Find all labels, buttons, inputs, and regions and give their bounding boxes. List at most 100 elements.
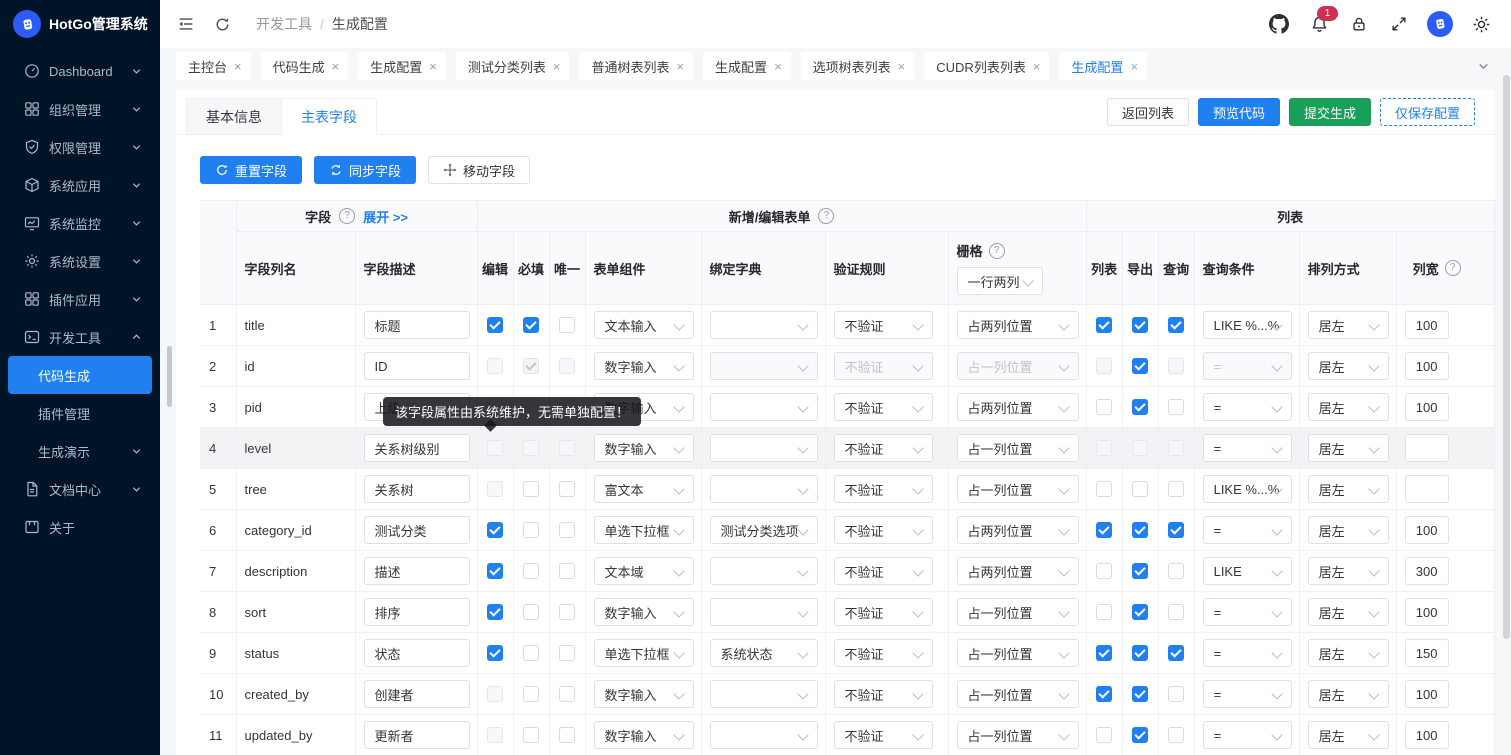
grid-span-select[interactable]: 占两列位置 [957,516,1079,544]
field-desc-input[interactable]: 描述 [364,557,470,585]
col-width-input[interactable] [1405,475,1449,503]
nav-tab[interactable]: CUDR列表列表× [924,52,1049,80]
grid-span-select[interactable]: 占一列位置 [957,598,1079,626]
sidebar-item-about[interactable]: 关于 [8,508,152,546]
list-checkbox[interactable] [1096,604,1112,620]
nav-tab[interactable]: 选项树表列表× [801,52,915,80]
list-checkbox[interactable] [1096,727,1112,743]
unique-checkbox[interactable] [559,563,575,579]
sidebar-item-plugin-management[interactable]: 插件管理 [8,394,152,432]
align-select[interactable]: 居左 [1308,639,1389,667]
export-checkbox[interactable] [1132,399,1148,415]
help-icon[interactable] [1445,260,1461,276]
reset-fields-button[interactable]: 重置字段 [200,156,302,184]
query-checkbox[interactable] [1168,563,1184,579]
edit-checkbox[interactable] [487,317,503,333]
query-condition-select[interactable]: = [1203,516,1292,544]
query-checkbox[interactable] [1168,645,1184,661]
field-desc-input[interactable]: 测试分类 [364,516,470,544]
menu-fold-icon[interactable] [174,12,198,36]
sidebar-item-dev-tools[interactable]: 开发工具 [8,318,152,356]
submit-generate-button[interactable]: 提交生成 [1289,98,1371,126]
field-desc-input[interactable]: 状态 [364,639,470,667]
dict-select[interactable] [710,311,818,339]
dict-select[interactable]: 测试分类选项 [710,516,818,544]
field-desc-input[interactable]: 关系树 [364,475,470,503]
validate-select[interactable]: 不验证 [834,557,933,585]
tab-close-icon[interactable]: × [898,60,906,73]
col-width-input[interactable]: 300 [1405,557,1449,585]
query-condition-select[interactable]: = [1203,393,1292,421]
required-checkbox[interactable] [523,686,539,702]
query-checkbox[interactable] [1168,317,1184,333]
query-condition-select[interactable]: = [1203,639,1292,667]
query-condition-select[interactable]: LIKE [1203,557,1292,585]
sidebar-item-system-monitor[interactable]: 系统监控 [8,204,152,242]
dict-select[interactable] [710,393,818,421]
grid-span-select[interactable]: 占一列位置 [957,680,1079,708]
help-icon[interactable] [989,243,1005,259]
list-checkbox[interactable] [1096,563,1112,579]
col-width-input[interactable]: 100 [1405,680,1449,708]
grid-span-select[interactable]: 占两列位置 [957,393,1079,421]
preview-code-button[interactable]: 预览代码 [1198,98,1280,126]
query-checkbox[interactable] [1168,358,1184,374]
tab-close-icon[interactable]: × [332,60,340,73]
component-select[interactable]: 富文本 [594,475,694,503]
unique-checkbox[interactable] [559,317,575,333]
required-checkbox[interactable] [523,563,539,579]
sidebar-item-org-management[interactable]: 组织管理 [8,90,152,128]
validate-select[interactable]: 不验证 [834,598,933,626]
query-checkbox[interactable] [1168,727,1184,743]
sidebar-item-code-generation[interactable]: 代码生成 [8,356,152,394]
col-width-input[interactable] [1405,434,1449,462]
query-checkbox[interactable] [1168,604,1184,620]
nav-tab[interactable]: 生成配置× [1059,52,1147,80]
align-select[interactable]: 居左 [1308,516,1389,544]
query-condition-select[interactable]: = [1203,434,1292,462]
align-select[interactable]: 居左 [1308,311,1389,339]
query-condition-select[interactable]: = [1203,680,1292,708]
validate-select[interactable]: 不验证 [834,393,933,421]
nav-tab[interactable]: 主控台× [176,52,251,80]
grid-span-select[interactable]: 占一列位置 [957,475,1079,503]
unique-checkbox[interactable] [559,645,575,661]
grid-span-select[interactable]: 占两列位置 [957,557,1079,585]
move-fields-button[interactable]: 移动字段 [428,156,530,184]
app-logo[interactable]: HotGo管理系统 [0,0,160,48]
col-width-input[interactable]: 100 [1405,393,1449,421]
col-width-input[interactable]: 100 [1405,352,1449,380]
avatar[interactable] [1427,11,1453,37]
field-desc-input[interactable]: 更新者 [364,721,470,749]
unique-checkbox[interactable] [559,686,575,702]
field-desc-input[interactable]: 标题 [364,311,470,339]
required-checkbox[interactable] [523,440,539,456]
export-checkbox[interactable] [1132,522,1148,538]
nav-tab[interactable]: 普通树表列表× [579,52,693,80]
edit-checkbox[interactable] [487,645,503,661]
nav-tab[interactable]: 代码生成× [261,52,349,80]
export-checkbox[interactable] [1132,481,1148,497]
dict-select[interactable] [710,721,818,749]
help-icon[interactable] [339,208,355,224]
edit-checkbox[interactable] [487,358,503,374]
tab-close-icon[interactable]: × [553,60,561,73]
breadcrumb-current[interactable]: 生成配置 [332,14,388,34]
export-checkbox[interactable] [1132,686,1148,702]
query-checkbox[interactable] [1168,522,1184,538]
sidebar-item-dashboard[interactable]: Dashboard [8,52,152,90]
export-checkbox[interactable] [1132,440,1148,456]
lock-icon[interactable] [1347,12,1371,36]
validate-select[interactable]: 不验证 [834,516,933,544]
required-checkbox[interactable] [523,727,539,743]
tab-close-icon[interactable]: × [774,60,782,73]
query-checkbox[interactable] [1168,686,1184,702]
tabs-dropdown-chevron-icon[interactable] [1469,52,1497,80]
component-select[interactable]: 数字输入 [594,434,694,462]
validate-select[interactable]: 不验证 [834,352,933,380]
validate-select[interactable]: 不验证 [834,475,933,503]
sync-fields-button[interactable]: 同步字段 [314,156,416,184]
col-width-input[interactable]: 100 [1405,598,1449,626]
unique-checkbox[interactable] [559,727,575,743]
save-config-only-button[interactable]: 仅保存配置 [1380,98,1475,126]
